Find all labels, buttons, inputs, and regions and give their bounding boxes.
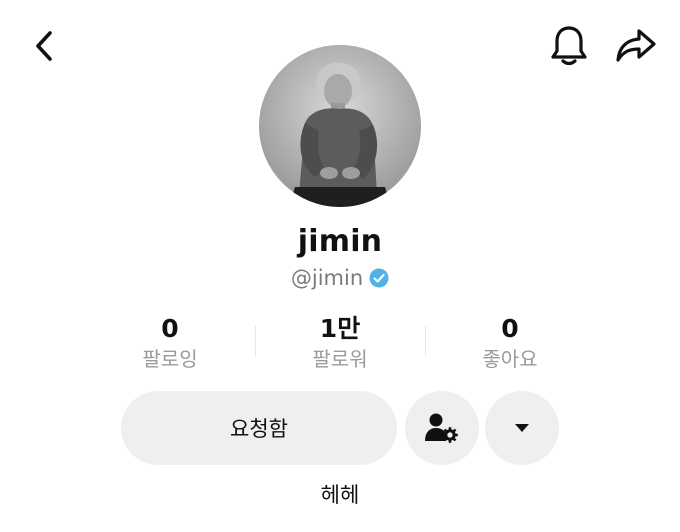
stat-following[interactable]: 0 팔로잉: [85, 312, 255, 376]
back-button[interactable]: [24, 26, 64, 66]
stat-value: 0: [501, 314, 519, 343]
stat-followers[interactable]: 1만 팔로워: [255, 312, 425, 376]
share-button[interactable]: [612, 24, 660, 68]
notification-bell-button[interactable]: [546, 22, 592, 70]
profile-avatar[interactable]: [259, 45, 421, 207]
user-settings-icon: [425, 413, 458, 443]
profile-page: jimin @jimin 0 팔로잉 1만 팔로워 0 좋아요 요청함 헤헤: [0, 0, 680, 532]
stat-value: 1만: [319, 314, 361, 343]
stat-label: 팔로잉: [142, 347, 198, 371]
user-handle: @jimin: [290, 266, 364, 290]
caret-down-icon: [515, 424, 529, 432]
profile-stats: 0 팔로잉 1만 팔로워 0 좋아요: [85, 312, 595, 376]
requested-button[interactable]: 요청함: [121, 391, 397, 465]
stat-label: 좋아요: [482, 347, 538, 371]
stat-value: 0: [161, 314, 179, 343]
verified-badge-icon: [369, 268, 389, 288]
stat-label: 팔로워: [312, 347, 368, 371]
handle-row: @jimin: [0, 266, 680, 290]
requested-button-label: 요청함: [230, 417, 288, 441]
display-name: jimin: [297, 224, 383, 259]
bell-icon: [551, 26, 587, 66]
profile-bio: 헤헤: [320, 483, 360, 507]
chevron-left-icon: [36, 31, 52, 61]
stat-likes[interactable]: 0 좋아요: [425, 312, 595, 376]
more-options-button[interactable]: [485, 391, 559, 465]
user-settings-button[interactable]: [405, 391, 479, 465]
avatar-photo: [259, 45, 421, 207]
share-arrow-icon: [616, 29, 656, 62]
